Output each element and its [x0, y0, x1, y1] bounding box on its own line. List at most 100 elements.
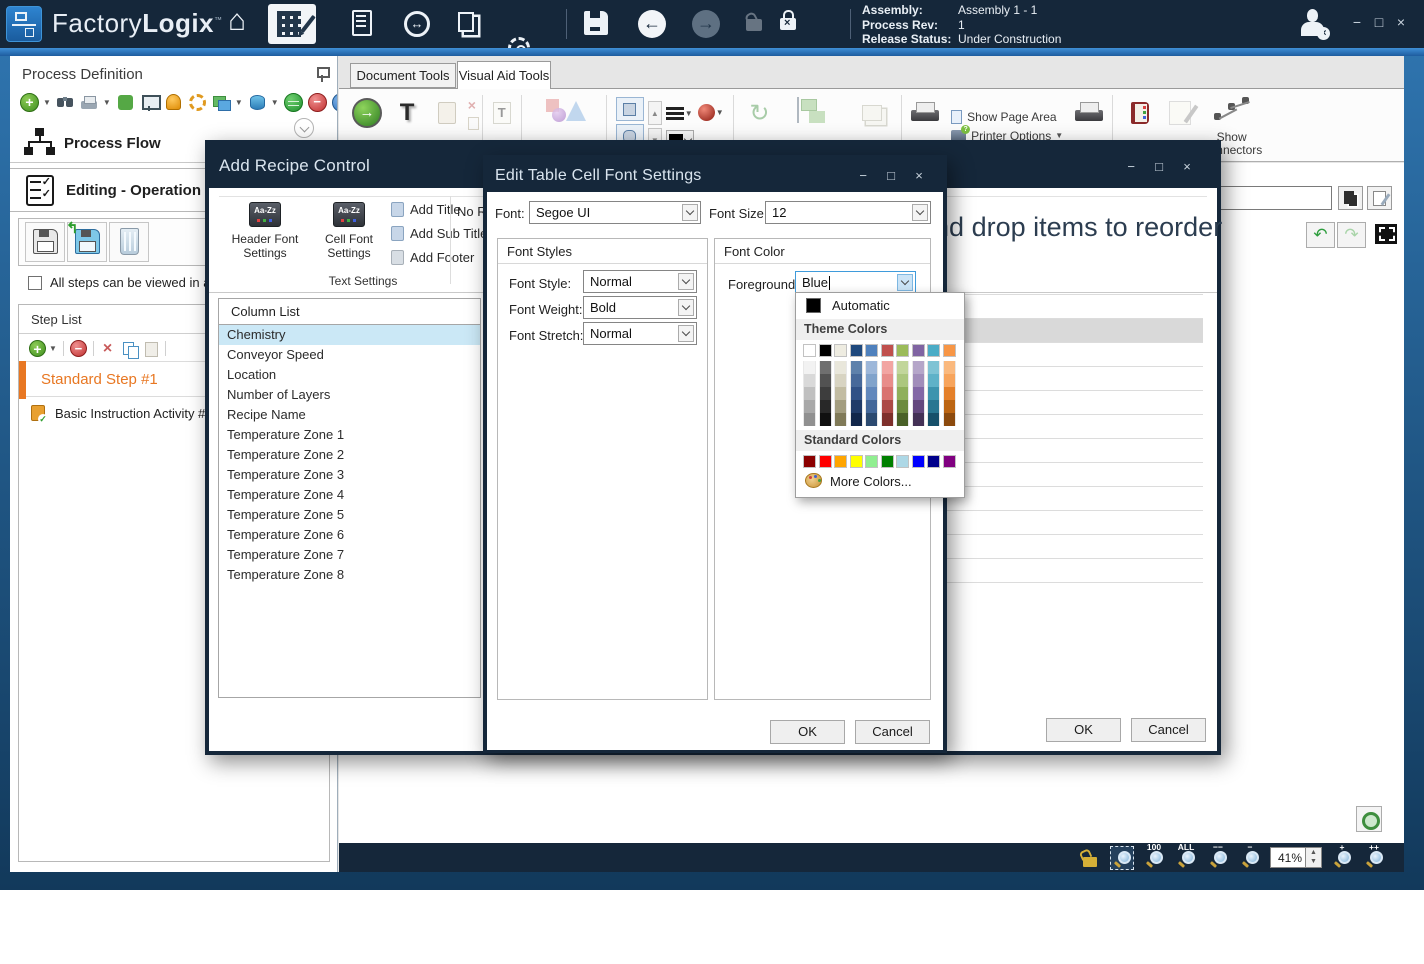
cut-icon[interactable]: ×	[468, 97, 479, 113]
lock-close-icon[interactable]: ×	[780, 7, 796, 30]
theme-shade-swatch[interactable]	[850, 413, 863, 426]
zoom-percent-spinner[interactable]: ▲▼	[1306, 847, 1322, 868]
zoom-percent-value[interactable]: 41%	[1270, 847, 1306, 868]
theme-shade-swatch[interactable]	[819, 400, 832, 413]
theme-shade-swatch[interactable]	[803, 374, 816, 387]
alert-icon[interactable]	[166, 94, 181, 110]
theme-shade-swatch[interactable]	[912, 413, 925, 426]
theme-shade-swatch[interactable]	[927, 387, 940, 400]
theme-shade-swatch[interactable]	[927, 400, 940, 413]
plugin-icon[interactable]	[118, 95, 133, 110]
theme-color-swatch-dark-blue[interactable]	[850, 344, 863, 357]
canvas-search-input[interactable]	[1212, 186, 1332, 210]
theme-shade-swatch[interactable]	[943, 374, 956, 387]
dropdown-caret-icon[interactable]: ▼	[103, 98, 111, 107]
theme-shade-swatch[interactable]	[865, 413, 878, 426]
data-icon[interactable]	[250, 95, 265, 110]
remove-icon[interactable]	[308, 93, 327, 112]
theme-shade-swatch[interactable]	[896, 387, 909, 400]
theme-shade-swatch[interactable]	[834, 361, 847, 374]
dropdown-caret-icon[interactable]: ▼	[235, 98, 243, 107]
document-insert-icon[interactable]	[352, 10, 372, 36]
theme-shade-swatch[interactable]	[881, 387, 894, 400]
theme-color-swatch-black[interactable]	[819, 344, 832, 357]
pin-icon[interactable]	[316, 66, 328, 82]
column-list-item[interactable]: Temperature Zone 4	[219, 485, 480, 505]
add-sub-title-button[interactable]: Add Sub Title	[391, 226, 487, 241]
theme-shade-swatch[interactable]	[850, 387, 863, 400]
dialog-close-button[interactable]: ×	[1183, 160, 1191, 173]
home-icon[interactable]: ⌂	[228, 6, 246, 36]
fit-screen-icon[interactable]	[1375, 224, 1397, 244]
theme-shade-swatch[interactable]	[803, 387, 816, 400]
theme-shade-swatch[interactable]	[881, 413, 894, 426]
theme-shade-swatch[interactable]	[943, 387, 956, 400]
theme-shade-swatch[interactable]	[881, 400, 894, 413]
standard-color-swatch-dark-red[interactable]	[803, 455, 816, 468]
user-signout-icon[interactable]: ×	[1298, 8, 1328, 38]
zoom-out-button[interactable]: −	[1238, 846, 1262, 870]
theme-shade-swatch[interactable]	[865, 361, 878, 374]
app-logo-icon[interactable]	[6, 6, 42, 42]
font-stretch-dropdown[interactable]: Normal	[583, 322, 697, 345]
theme-shade-swatch[interactable]	[927, 413, 940, 426]
navigate-forward-icon[interactable]: →	[692, 10, 720, 38]
dialog-minimize-button[interactable]: −	[1127, 160, 1135, 173]
collapse-chevron-icon[interactable]	[294, 118, 314, 138]
edit-font-dialog-titlebar[interactable]: Edit Table Cell Font Settings − □ ×	[487, 159, 943, 192]
theme-shade-swatch[interactable]	[819, 413, 832, 426]
theme-shade-swatch[interactable]	[834, 374, 847, 387]
theme-shade-swatch[interactable]	[865, 400, 878, 413]
theme-shade-swatch[interactable]	[819, 374, 832, 387]
theme-shade-swatch[interactable]	[850, 374, 863, 387]
zoom-marquee-button[interactable]	[1110, 846, 1134, 870]
zoom-100-button[interactable]: 100	[1142, 846, 1166, 870]
column-list-item[interactable]: Recipe Name	[219, 405, 480, 425]
theme-shade-swatch[interactable]	[896, 400, 909, 413]
theme-shade-swatch[interactable]	[943, 361, 956, 374]
transfer-icon[interactable]: ↔	[404, 11, 430, 37]
dropdown-caret-icon[interactable]: ▼	[43, 98, 51, 107]
theme-shade-swatch[interactable]	[819, 361, 832, 374]
delete-button[interactable]	[109, 222, 149, 262]
foreground-color-combobox[interactable]: Blue	[795, 271, 916, 294]
add-recipe-ok-button[interactable]: OK	[1046, 718, 1121, 742]
settings-icon[interactable]	[189, 94, 206, 111]
dialog-maximize-button[interactable]: □	[1155, 160, 1163, 173]
dropdown-arrow-icon[interactable]	[678, 299, 694, 316]
standard-color-swatch-red[interactable]	[819, 455, 832, 468]
standard-color-swatch-dark-blue[interactable]	[927, 455, 940, 468]
font-dropdown[interactable]: Segoe UI	[529, 201, 701, 224]
font-size-dropdown[interactable]: 12	[765, 201, 931, 224]
theme-color-swatch-tan[interactable]	[834, 344, 847, 357]
theme-shade-swatch[interactable]	[943, 413, 956, 426]
theme-shade-swatch[interactable]	[803, 400, 816, 413]
theme-shade-swatch[interactable]	[927, 361, 940, 374]
automatic-color-item[interactable]: Automatic	[796, 293, 964, 319]
column-list-item[interactable]: Location	[219, 365, 480, 385]
dropdown-arrow-icon[interactable]	[682, 204, 698, 221]
more-colors-item[interactable]: More Colors...	[796, 470, 964, 494]
add-icon[interactable]	[20, 93, 39, 112]
theme-shade-swatch[interactable]	[896, 361, 909, 374]
column-list-item[interactable]: Temperature Zone 7	[219, 545, 480, 565]
add-icon[interactable]	[29, 340, 46, 357]
standard-color-swatch-yellow[interactable]	[850, 455, 863, 468]
save-icon[interactable]	[584, 11, 608, 35]
paste-icon[interactable]	[142, 340, 159, 357]
zoom-all-button[interactable]: ALL	[1174, 846, 1198, 870]
column-list-item[interactable]: Temperature Zone 3	[219, 465, 480, 485]
standard-color-swatch-green[interactable]	[881, 455, 894, 468]
standard-color-swatch-light-blue[interactable]	[896, 455, 909, 468]
theme-color-swatch-blue[interactable]	[865, 344, 878, 357]
zoom-lock-button[interactable]	[1078, 846, 1102, 870]
theme-color-swatch-green[interactable]	[896, 344, 909, 357]
fill-color-dropdown[interactable]: ▼	[698, 101, 724, 123]
dropdown-caret-icon[interactable]: ▼	[49, 344, 57, 353]
standard-color-swatch-orange[interactable]	[834, 455, 847, 468]
column-list-item[interactable]: Temperature Zone 6	[219, 525, 480, 545]
theme-shade-swatch[interactable]	[912, 387, 925, 400]
edit-font-cancel-button[interactable]: Cancel	[855, 720, 930, 744]
column-list-item[interactable]: Chemistry	[219, 325, 480, 345]
unlock-icon[interactable]	[746, 8, 762, 31]
